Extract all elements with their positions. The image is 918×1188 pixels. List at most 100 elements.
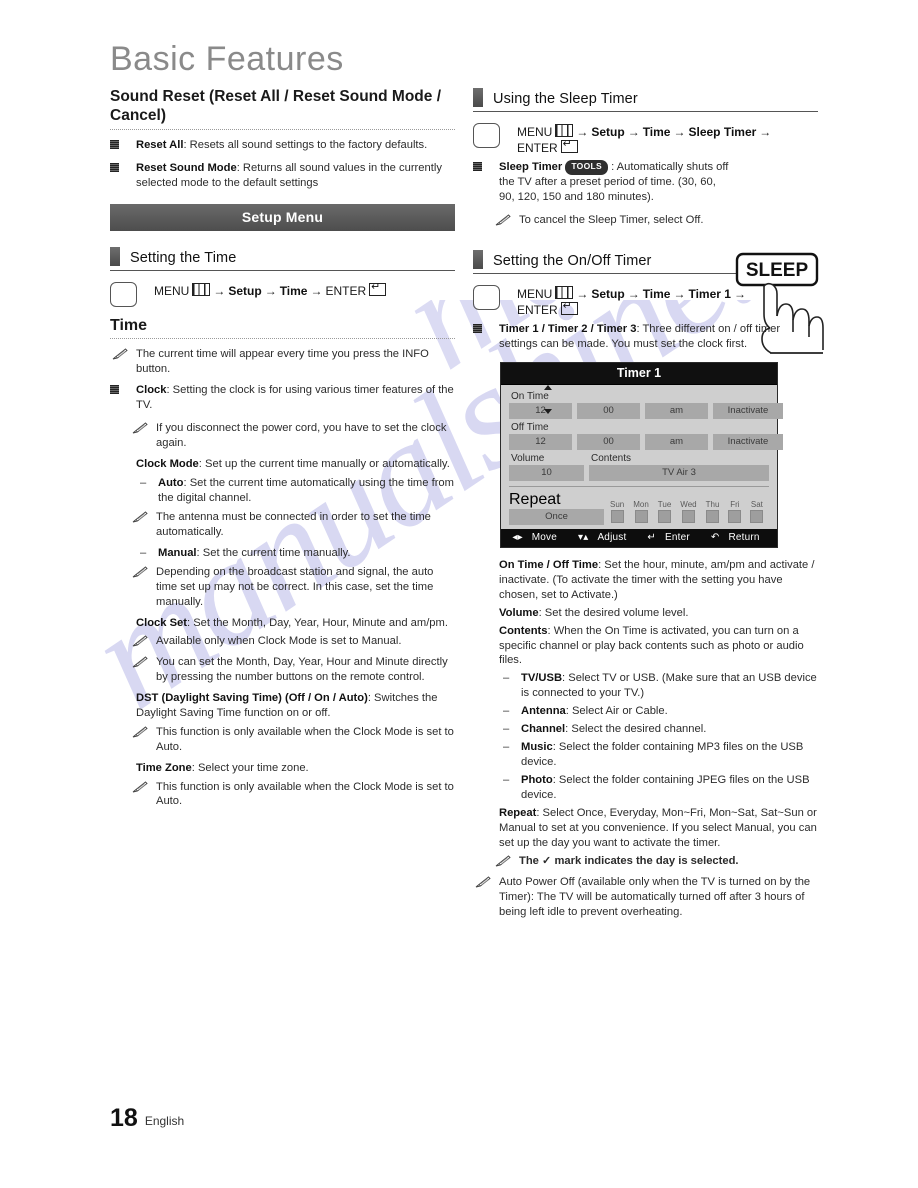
repeat-text: : Select Once, Everyday, Mon~Fri, Mon~Sa… [499,807,817,850]
contents-term: Contents [499,624,548,637]
note-dst-auto: This function is only available when the… [110,725,455,755]
pencil-note-icon [132,511,148,523]
day-checkbox[interactable] [610,510,624,524]
osd-off-time-row[interactable]: 12 00 am Inactivate [509,434,783,451]
on-time-hour-field[interactable]: 12 [509,403,572,420]
contents-field[interactable]: TV Air 3 [589,465,769,482]
dash-item-manual: – Manual: Set the current time manually. [110,546,455,561]
menu-label: MENU [154,284,190,299]
osd-volume-contents-labels: Volume Contents [509,453,769,465]
osd-volume-contents-row[interactable]: 10 TV Air 3 [509,465,769,482]
off-time-ampm-field[interactable]: am [645,434,708,451]
path-step: Setup [591,125,625,139]
pencil-note-icon [132,635,148,647]
auto-term: Auto [158,477,184,490]
music-text: : Select the folder containing MP3 files… [521,740,804,768]
volume-text: : Set the desired volume level. [538,606,689,619]
note-text: To cancel the Sleep Timer, select Off. [519,214,704,227]
off-time-minute-field[interactable]: 00 [577,434,640,451]
day-checkbox-group[interactable]: Sun Mon Tue Wed Thu Fri Sat [610,500,764,525]
volume-field[interactable]: 10 [509,465,584,482]
day-tue: Tue [658,500,672,524]
square-bullet-icon [473,162,482,172]
antenna-text: : Select Air or Cable. [565,705,668,718]
day-thu: Thu [706,500,719,524]
day-checkbox[interactable] [706,510,719,524]
note-time-zone-auto: This function is only available when the… [110,780,455,810]
section-marker-icon [473,249,483,269]
off-time-hour-field[interactable]: 12 [509,434,572,451]
note-text: If you disconnect the power cord, you ha… [156,421,447,449]
list-item-clock: Clock: Setting the clock is for using va… [110,383,455,413]
arrow-icon: → [627,286,640,301]
section-marker-icon [473,88,483,107]
pencil-note-icon [495,855,511,867]
path-step: Setup [228,284,262,299]
pencil-note-icon [132,726,148,738]
day-label: Wed [680,500,697,510]
enter-return-icon [560,137,578,154]
arrow-icon: → [759,125,772,139]
dash-icon: – [140,546,147,559]
right-column: SLEEP Using the Sleep Timer MENU → Setup → T… [473,88,824,926]
day-checkbox[interactable] [750,510,764,524]
note-broadcast-station: Depending on the broadcast station and s… [110,565,455,610]
day-checkbox[interactable] [658,510,672,524]
repeat-para: Repeat: Select Once, Everyday, Mon~Fri, … [473,806,818,851]
dash-icon: – [503,773,510,786]
hint-enter: ↵ Enter [647,532,690,544]
menu-label: MENU [517,286,553,301]
arrow-up-icon [544,385,552,391]
off-time-activate-field[interactable]: Inactivate [713,434,783,451]
day-mon: Mon [633,500,649,524]
music-term: Music [521,740,553,753]
tv-usb-term: TV/USB [521,672,563,685]
menu-path-sleep-timer: MENU → Setup → Time → Sleep Timer → ENTER [473,123,818,156]
day-checkbox[interactable] [728,510,742,524]
square-bullet-icon [473,324,482,334]
timer-osd-screenshot: Timer 1 On Time 12 00 am Inactivate Off … [500,362,783,549]
divider [110,128,455,130]
note-text: This function is only available when the… [156,780,454,808]
path-step: Sleep Timer [688,125,757,139]
section-title: Setting the On/Off Timer [493,252,652,269]
timers-term: Timer 1 / Timer 2 / Timer 3 [499,323,637,336]
menu-grid-icon [555,285,574,299]
note-text: The current time will appear every time … [136,348,429,376]
clock-term: Clock [136,383,167,396]
path-step: Time [279,284,308,299]
osd-volume-label: Volume [511,453,545,465]
volume-para: Volume: Set the desired volume level. [473,606,818,621]
enter-return-icon [560,299,578,316]
arrow-icon: → [213,284,226,299]
note-text: Depending on the broadcast station and s… [156,565,434,608]
menu-grid-icon [555,124,574,137]
menu-label: MENU [517,125,553,139]
manual-page: manualshine.com manualshine.com Basic Fe… [0,0,918,1188]
on-time-minute-field[interactable]: 00 [577,403,640,420]
hint-return: ↶ Return [710,532,760,544]
tools-badge: TOOLS [565,160,608,175]
divider [110,338,455,340]
day-wed: Wed [680,500,697,524]
dash-item-music: – Music: Select the folder containing MP… [473,740,818,770]
pencil-note-icon [132,566,148,578]
page-footer: 18 English [110,1104,184,1133]
dst-para: DST (Daylight Saving Time) (Off / On / A… [110,691,455,721]
day-sat: Sat [750,500,764,524]
day-checkbox[interactable] [634,510,648,524]
on-time-ampm-field[interactable]: am [645,403,708,420]
menu-grid-icon [192,283,211,297]
day-checkbox[interactable] [681,510,695,524]
sleep-key-illustration: SLEEP [724,248,832,358]
manual-term: Manual [158,546,197,559]
on-time-activate-field[interactable]: Inactivate [713,403,783,420]
note-info-button: The current time will appear every time … [110,347,455,377]
dash-icon: – [140,477,147,490]
section-using-sleep-timer: Using the Sleep Timer [473,88,818,112]
note-cancel-sleep-timer: To cancel the Sleep Timer, select Off. [473,213,734,228]
osd-on-time-label: On Time [511,391,549,403]
arrow-icon: → [673,286,686,301]
repeat-field[interactable]: Once [509,509,604,526]
note-checkmark: The ✓ mark indicates the day is selected… [473,854,818,869]
